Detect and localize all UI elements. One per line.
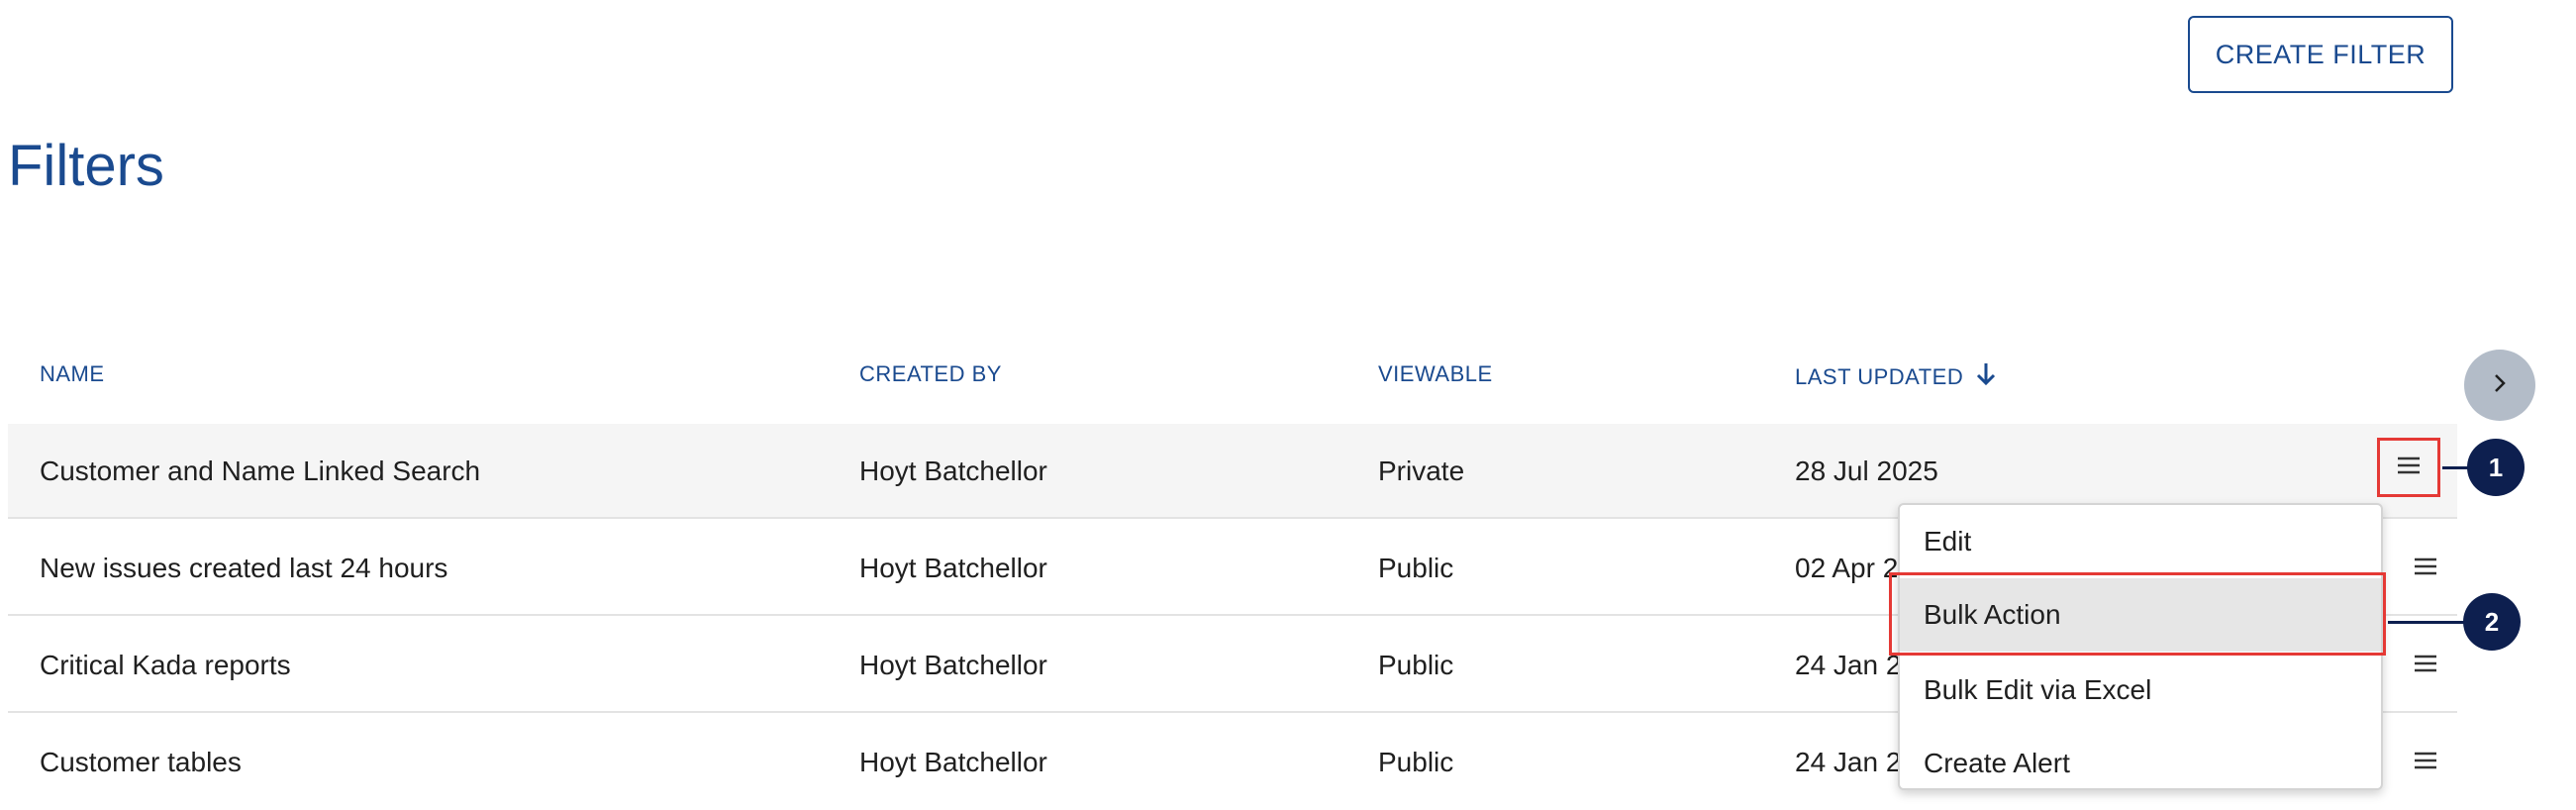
row-viewable: Public <box>1378 553 1454 583</box>
chevron-right-icon <box>2490 371 2510 400</box>
column-header-label: LAST UPDATED <box>1795 364 1964 389</box>
menu-item-bulk-action[interactable]: Bulk Action <box>1900 578 2381 652</box>
row-name[interactable]: Customer tables <box>40 715 242 810</box>
row-last-updated: 24 Jan 2 <box>1795 650 1902 680</box>
hamburger-icon <box>2413 654 2438 678</box>
row-menu-button[interactable] <box>2404 618 2447 713</box>
column-header-label: NAME <box>40 361 105 386</box>
menu-item-create-alert[interactable]: Create Alert <box>1900 727 2381 800</box>
callout-line <box>2388 621 2472 624</box>
scroll-right-button[interactable] <box>2464 350 2535 421</box>
row-viewable: Public <box>1378 747 1454 777</box>
column-header-name[interactable]: NAME <box>40 361 105 387</box>
page-title: Filters <box>8 134 164 198</box>
row-last-updated: 24 Jan 2 <box>1795 747 1902 777</box>
row-created-by: Hoyt Batchellor <box>859 747 1047 777</box>
row-menu-button[interactable] <box>2404 521 2447 616</box>
column-header-created-by[interactable]: CREATED BY <box>859 361 1002 387</box>
hamburger-icon <box>2413 751 2438 775</box>
column-header-label: VIEWABLE <box>1378 361 1493 386</box>
hamburger-icon <box>2396 456 2422 480</box>
column-header-label: CREATED BY <box>859 361 1002 386</box>
row-name[interactable]: Customer and Name Linked Search <box>40 424 480 519</box>
column-header-last-updated[interactable]: LAST UPDATED <box>1795 361 1997 393</box>
callout-badge-1: 1 <box>2467 439 2525 496</box>
row-last-updated: 02 Apr 2 <box>1795 553 1899 583</box>
row-viewable: Private <box>1378 456 1465 486</box>
row-menu-button[interactable] <box>2377 438 2440 497</box>
menu-item-bulk-edit-excel[interactable]: Bulk Edit via Excel <box>1900 654 2381 727</box>
menu-item-edit[interactable]: Edit <box>1900 505 2381 578</box>
arrow-down-icon <box>1975 361 1997 393</box>
row-created-by: Hoyt Batchellor <box>859 456 1047 486</box>
row-created-by: Hoyt Batchellor <box>859 553 1047 583</box>
row-name[interactable]: Critical Kada reports <box>40 618 291 713</box>
hamburger-icon <box>2413 557 2438 581</box>
row-created-by: Hoyt Batchellor <box>859 650 1047 680</box>
create-filter-button[interactable]: CREATE FILTER <box>2188 16 2453 93</box>
row-viewable: Public <box>1378 650 1454 680</box>
callout-badge-2: 2 <box>2463 593 2521 651</box>
row-actions-menu: Edit Bulk Action Bulk Edit via Excel Cre… <box>1898 503 2383 790</box>
column-header-viewable[interactable]: VIEWABLE <box>1378 361 1493 387</box>
row-menu-button[interactable] <box>2404 715 2447 810</box>
row-name[interactable]: New issues created last 24 hours <box>40 521 447 616</box>
